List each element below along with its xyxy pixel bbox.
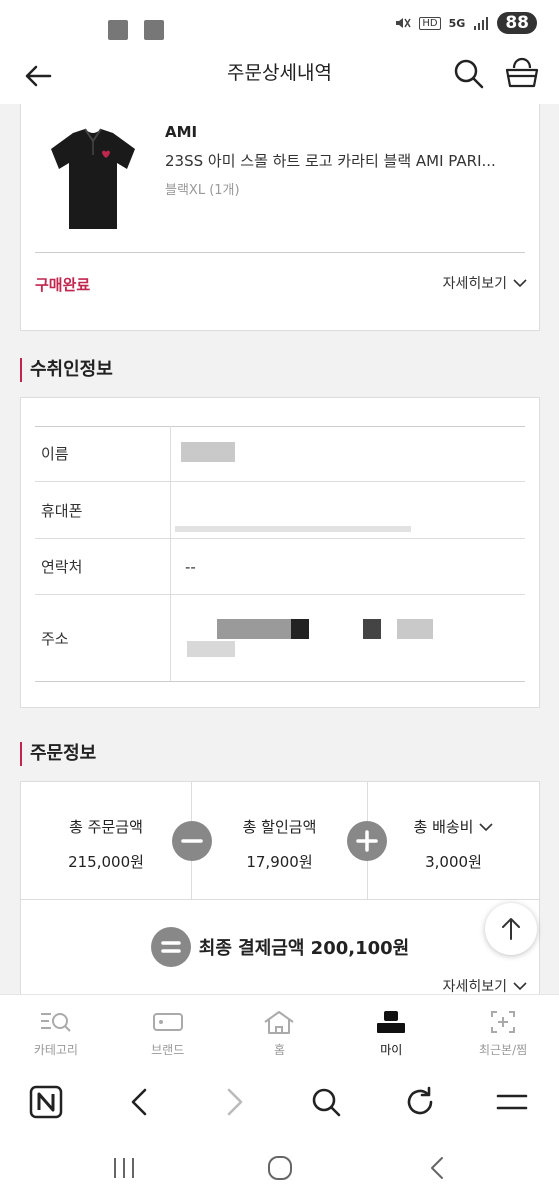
row-label: 주소 [35, 595, 171, 681]
equals-icon [150, 927, 191, 967]
total-order-amount: 총 주문금액 215,000원 [21, 782, 191, 900]
total-shipping-amount[interactable]: 총 배송비 3,000원 [368, 782, 539, 900]
bottom-navigation: 카테고리 브랜드 홈 마이 최근본/찜 [0, 994, 559, 1066]
order-status: 구매완료 [35, 276, 91, 294]
table-row: 이름 [35, 426, 525, 482]
product-name[interactable]: 23SS 아미 스몰 하트 로고 카라티 블랙 AMI PARI... [165, 150, 527, 171]
nav-label: 카테고리 [33, 1043, 78, 1057]
divider [35, 252, 525, 253]
table-row: 주소 [35, 595, 525, 681]
nav-label: 브랜드 [151, 1043, 185, 1057]
cart-icon[interactable] [504, 56, 540, 92]
notification-icon [108, 20, 128, 40]
recipient-section-title: 수취인정보 [20, 358, 113, 382]
brand-tag-icon [152, 1013, 183, 1031]
product-card: AMI 23SS 아미 스몰 하트 로고 카라티 블랙 AMI PARI... … [20, 104, 540, 331]
browser-search-icon[interactable] [308, 1084, 344, 1120]
search-icon[interactable] [452, 57, 486, 91]
detail-label: 자세히보기 [442, 276, 507, 292]
redacted-name [181, 442, 235, 462]
table-row: 휴대폰 [35, 482, 525, 539]
home-icon [264, 1011, 295, 1034]
row-value: -- [185, 557, 196, 576]
recipient-table: 이름 휴대폰 연락처 -- 주소 [35, 426, 525, 681]
row-label: 이름 [35, 426, 171, 481]
nav-item-brand[interactable]: 브랜드 [112, 995, 224, 1066]
scroll-to-top-button[interactable] [485, 903, 537, 955]
total-shipping-label: 총 배송비 [413, 818, 474, 836]
recent-icon [491, 1011, 516, 1033]
total-shipping-value: 3,000원 [425, 853, 482, 871]
nav-item-my[interactable]: 마이 [335, 995, 447, 1066]
recipient-card: 이름 휴대폰 연락처 -- 주소 [20, 397, 540, 708]
redacted-address [187, 641, 235, 657]
hd-icon: HD [419, 16, 441, 30]
order-info-card: 총 주문금액 215,000원 총 할인금액 17,900원 총 배송비 3,0… [20, 781, 540, 994]
nav-label: 최근본/찜 [478, 1043, 528, 1057]
signal-icon [474, 17, 489, 30]
nav-label: 마이 [380, 1043, 403, 1057]
chevron-down-icon [513, 279, 527, 288]
status-bar: HD 5G 88 [0, 0, 559, 48]
refresh-icon[interactable] [402, 1084, 438, 1120]
nav-item-category[interactable]: 카테고리 [0, 995, 112, 1066]
nav-label: 홈 [273, 1043, 286, 1057]
home-circle-icon[interactable] [266, 1154, 294, 1182]
order-section-title: 주문정보 [20, 742, 96, 766]
redacted-phone [175, 526, 411, 532]
chevron-down-icon [513, 982, 527, 991]
total-order-value: 215,000원 [68, 853, 144, 871]
final-payment-text: 최종 결제금액 200,100원 [198, 938, 410, 959]
category-search-icon [40, 1013, 71, 1032]
total-discount-label: 총 할인금액 [242, 818, 317, 836]
order-summary: 총 주문금액 215,000원 총 할인금액 17,900원 총 배송비 3,0… [21, 782, 539, 900]
app-header: 주문상세내역 [0, 48, 559, 104]
redacted-address [363, 619, 381, 639]
menu-icon[interactable] [494, 1084, 530, 1120]
redacted-address [291, 619, 309, 639]
browser-toolbar [0, 1066, 559, 1136]
system-navigation [0, 1136, 559, 1200]
product-brand: AMI [165, 123, 198, 141]
nav-item-recent[interactable]: 최근본/찜 [447, 995, 559, 1066]
nav-item-home[interactable]: 홈 [224, 995, 336, 1066]
5g-icon: 5G [448, 16, 466, 30]
battery-icon: 88 [497, 12, 537, 34]
naver-n-icon[interactable] [28, 1084, 64, 1120]
divider [35, 681, 525, 682]
product-detail-toggle[interactable]: 자세히보기 [443, 273, 527, 293]
total-discount-value: 17,900원 [246, 853, 313, 871]
product-option: 블랙XL (1개) [165, 183, 240, 198]
notification-icon [144, 20, 164, 40]
browser-forward-icon[interactable] [216, 1084, 252, 1120]
order-detail-toggle[interactable]: 자세히보기 [443, 976, 527, 994]
system-back-icon[interactable] [424, 1154, 452, 1182]
detail-label: 자세히보기 [442, 979, 507, 994]
redacted-address [397, 619, 433, 639]
chevron-down-icon[interactable] [479, 822, 494, 832]
total-order-label: 총 주문금액 [69, 818, 143, 836]
row-label: 휴대폰 [35, 482, 171, 538]
mute-icon [396, 18, 412, 28]
table-row: 연락처 -- [35, 539, 525, 595]
browser-back-icon[interactable] [122, 1084, 158, 1120]
product-thumbnail[interactable] [43, 125, 143, 235]
total-discount-amount: 총 할인금액 17,900원 [192, 782, 367, 900]
arrow-up-icon [502, 918, 520, 940]
order-detail-content[interactable]: AMI 23SS 아미 스몰 하트 로고 카라티 블랙 AMI PARI... … [0, 104, 559, 994]
final-payment: 최종 결제금액 200,100원 [21, 927, 539, 967]
recent-apps-icon[interactable] [110, 1154, 138, 1182]
row-label: 연락처 [35, 539, 171, 594]
my-person-icon [377, 1011, 406, 1033]
